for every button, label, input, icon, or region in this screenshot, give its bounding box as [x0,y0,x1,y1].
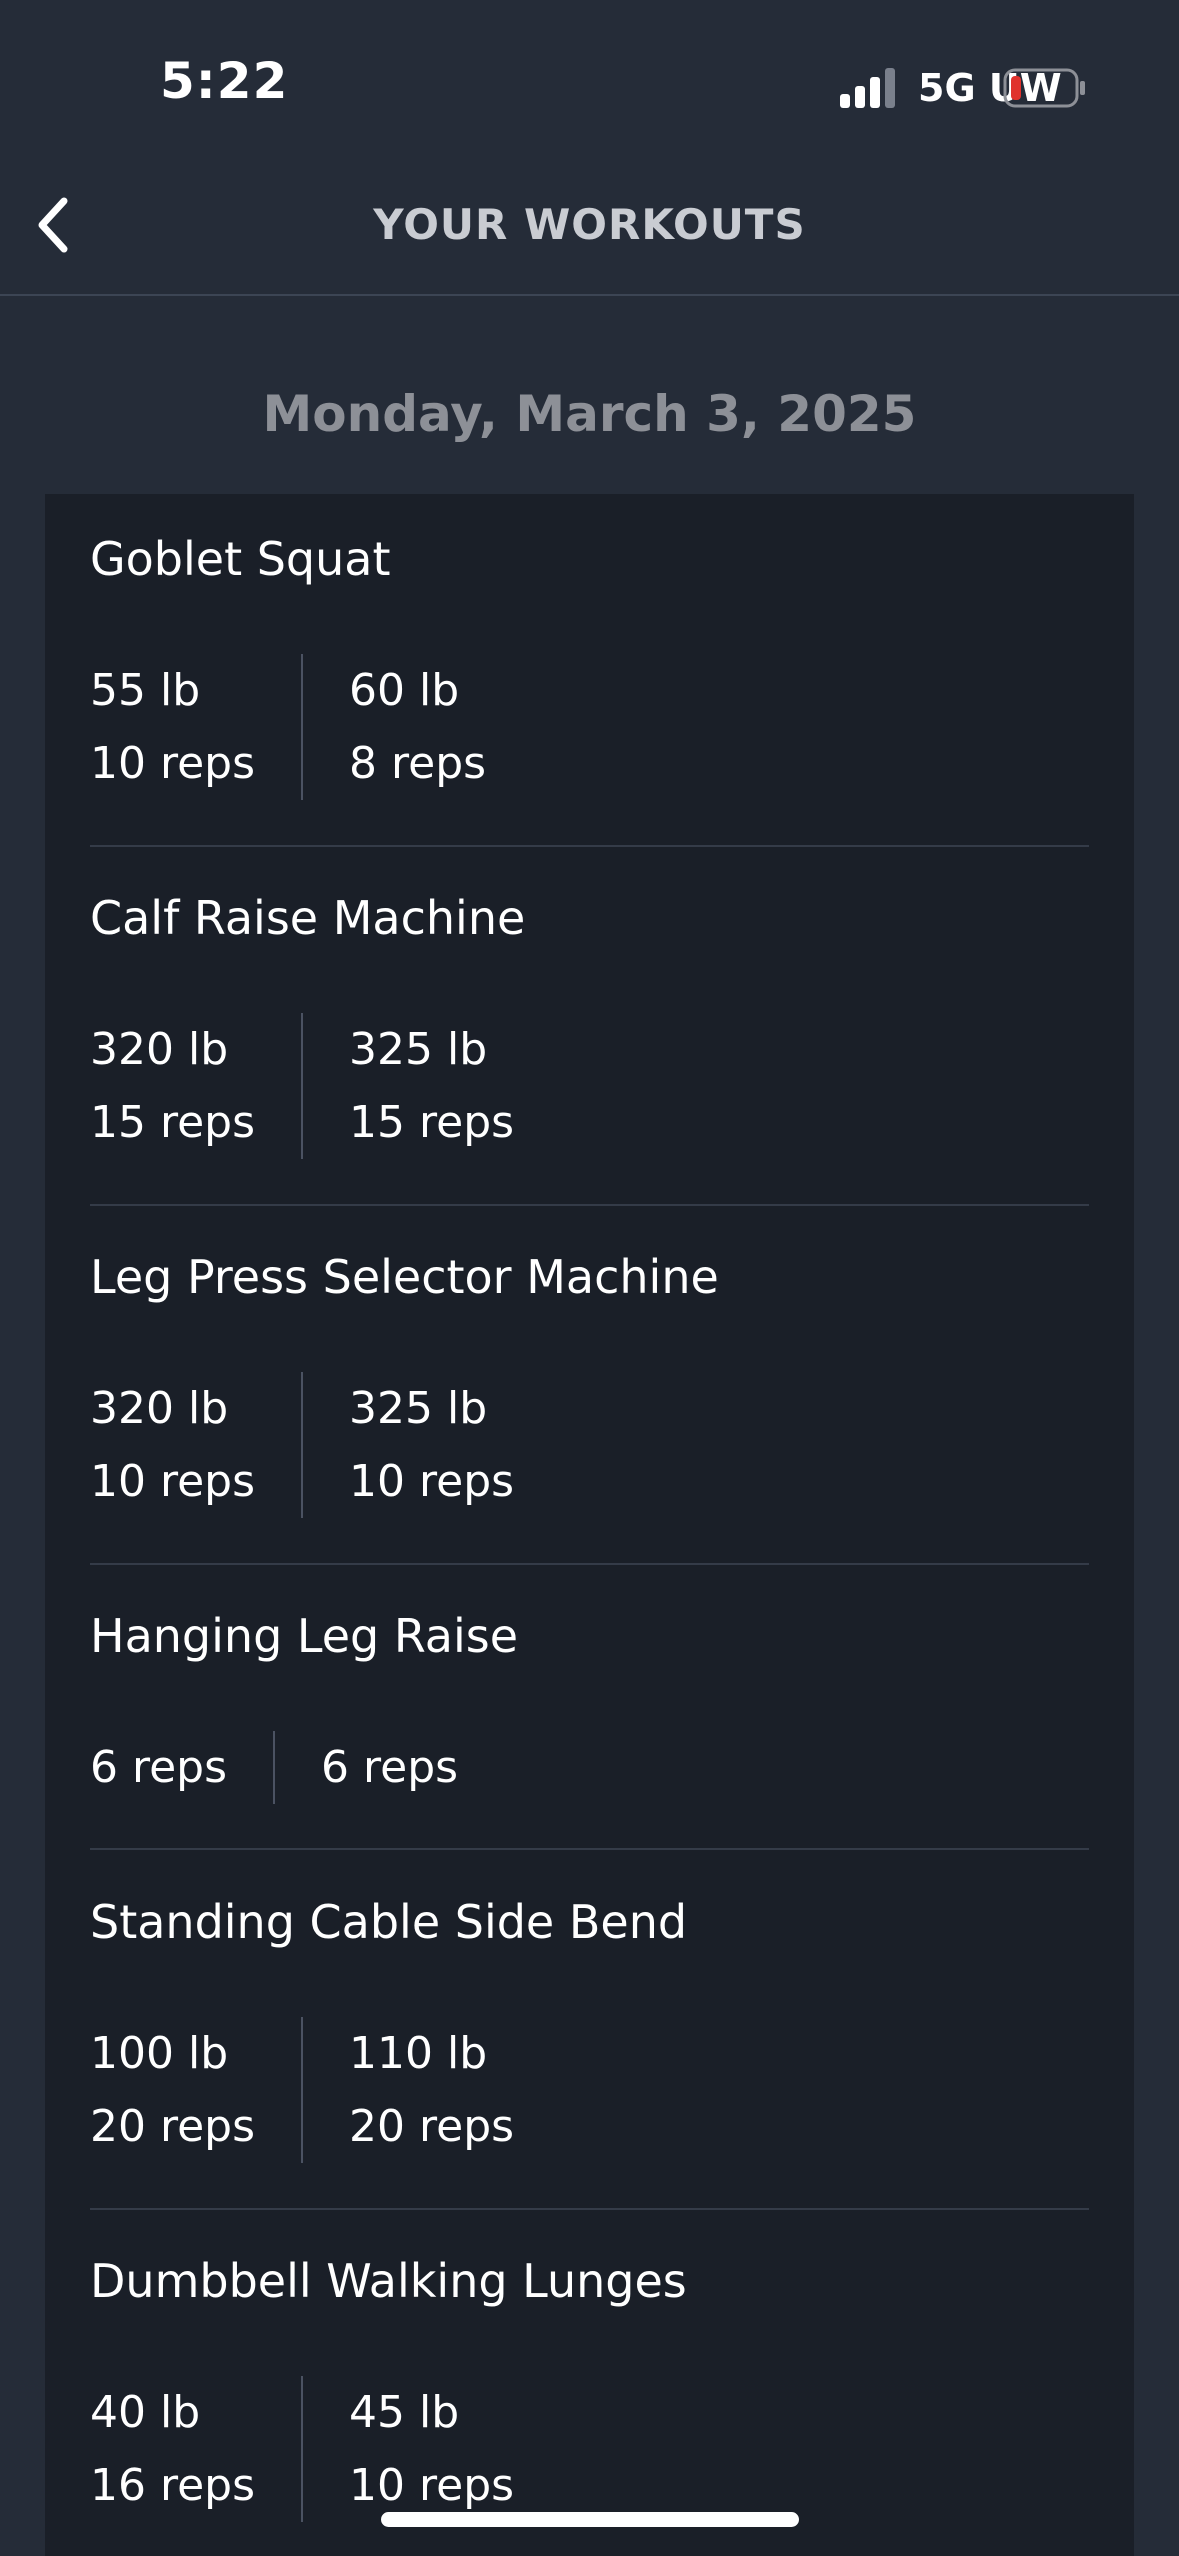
set-reps: 15 reps [349,1097,515,1148]
set-reps: 10 reps [90,1456,256,1507]
exercise-sets: 6 reps 6 reps [90,1731,458,1804]
exercise-name: Calf Raise Machine [90,891,526,945]
set-reps: 10 reps [349,1456,515,1507]
set-divider [301,654,304,800]
exercise-name: Standing Cable Side Bend [90,1895,688,1949]
row-divider [90,2208,1089,2210]
row-divider [90,845,1089,847]
exercise-name: Dumbbell Walking Lunges [90,2254,687,2308]
set-weight: 40 lb [90,2387,201,2438]
row-divider [90,1848,1089,1850]
exercise-sets: 100 lb 20 reps 110 lb 20 reps [90,2017,514,2163]
set-reps: 16 reps [90,2460,256,2511]
set-entry: 325 lb 15 reps [349,1013,514,1159]
set-divider [301,2376,304,2522]
set-entry: 40 lb 16 reps [90,2376,255,2522]
exercise-sets: 55 lb 10 reps 60 lb 8 reps [90,654,486,800]
set-entry: 55 lb 10 reps [90,654,255,800]
set-divider [301,1013,304,1159]
set-entry: 320 lb 10 reps [90,1372,255,1518]
set-entry: 60 lb 8 reps [349,654,486,800]
signal-bars-icon [840,68,895,108]
home-indicator[interactable] [381,2512,799,2527]
set-entry: 110 lb 20 reps [349,2017,514,2163]
set-weight: 320 lb [90,1383,229,1434]
set-weight: 110 lb [349,2028,488,2079]
set-entry: 325 lb 10 reps [349,1372,514,1518]
exercise-name: Leg Press Selector Machine [90,1250,719,1304]
set-weight: 60 lb [349,665,460,716]
exercise-item[interactable]: Standing Cable Side Bend 100 lb 20 reps … [90,1857,1089,2210]
exercise-sets: 320 lb 15 reps 325 lb 15 reps [90,1013,514,1159]
set-weight: 325 lb [349,1024,488,1075]
set-divider [273,1731,276,1804]
set-reps: 20 reps [349,2101,515,2152]
set-reps: 10 reps [90,738,256,789]
exercise-item[interactable]: Dumbbell Walking Lunges 40 lb 16 reps 45… [90,2216,1089,2556]
exercise-item[interactable]: Goblet Squat 55 lb 10 reps 60 lb 8 reps [90,494,1089,847]
set-divider [301,1372,304,1518]
set-weight: 320 lb [90,1024,229,1075]
set-divider [301,2017,304,2163]
set-reps: 15 reps [90,1097,256,1148]
page-title: YOUR WORKOUTS [373,200,806,249]
battery-low-icon [1003,68,1085,108]
exercise-item[interactable]: Leg Press Selector Machine 320 lb 10 rep… [90,1212,1089,1565]
exercise-item[interactable]: Hanging Leg Raise 6 reps 6 reps [90,1571,1089,1850]
row-divider [90,1204,1089,1206]
set-reps: 6 reps [90,1742,228,1793]
set-entry: 45 lb 10 reps [349,2376,514,2522]
status-bar: 5:22 5G UW [0,0,1179,150]
set-entry: 6 reps [90,1731,227,1804]
workout-list: Goblet Squat 55 lb 10 reps 60 lb 8 reps … [45,494,1134,2556]
set-weight: 325 lb [349,1383,488,1434]
exercise-name: Hanging Leg Raise [90,1609,519,1663]
exercise-sets: 320 lb 10 reps 325 lb 10 reps [90,1372,514,1518]
workout-date: Monday, March 3, 2025 [262,385,917,443]
set-entry: 6 reps [321,1731,458,1804]
set-entry: 100 lb 20 reps [90,2017,255,2163]
set-weight: 45 lb [349,2387,460,2438]
set-weight: 100 lb [90,2028,229,2079]
set-reps: 20 reps [90,2101,256,2152]
set-reps: 6 reps [321,1742,459,1793]
exercise-item[interactable]: Calf Raise Machine 320 lb 15 reps 325 lb… [90,853,1089,1206]
row-divider [90,1563,1089,1565]
status-time: 5:22 [160,52,289,110]
nav-header: YOUR WORKOUTS [0,150,1179,296]
set-weight: 55 lb [90,665,201,716]
set-reps: 8 reps [349,738,487,789]
set-entry: 320 lb 15 reps [90,1013,255,1159]
exercise-name: Goblet Squat [90,532,391,586]
exercise-sets: 40 lb 16 reps 45 lb 10 reps [90,2376,514,2522]
